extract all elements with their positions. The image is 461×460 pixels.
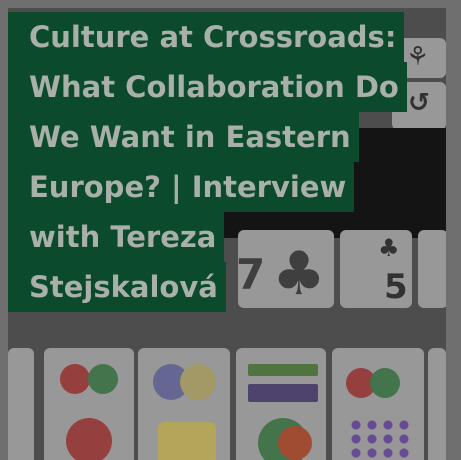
article-headline[interactable]: Culture at Crossroads: What Collaboratio… (8, 12, 438, 312)
headline-line: Culture at Crossroads: (8, 12, 405, 62)
article-card[interactable]: ⚘ ↺ 7 ♣ ♣ 5 Culture at Crossroads: What … (0, 0, 461, 460)
headline-line: We Want in Eastern (8, 112, 359, 162)
headline-line: with Tereza (8, 212, 225, 262)
headline-line: Europe? | Interview (8, 162, 355, 212)
headline-line: What Collaboration Do (8, 62, 407, 112)
headline-line: Stejskalová (8, 262, 226, 312)
